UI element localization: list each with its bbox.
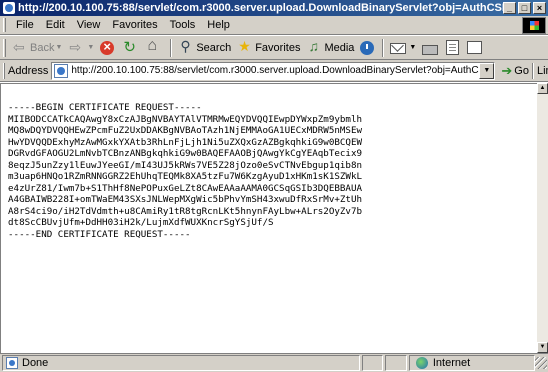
cert-line: dt8ScCBUvjUfm+DdHH03iH2k/LujmXdfWUXKncrS… [8, 217, 274, 228]
home-button[interactable] [143, 37, 167, 59]
forward-button[interactable]: ▼ [65, 37, 97, 59]
window-controls: _ □ × [503, 2, 546, 14]
security-zone-pane: Internet [408, 355, 536, 371]
cert-line: 8eqzJ5unZzy1lEuwJYeeGI/mI43UJ5kRWs7VE5Z2… [8, 159, 363, 171]
address-url[interactable]: http://200.10.100.75:88/servlet/com.r300… [71, 65, 479, 76]
title-bar: http://200.10.100.75:88/servlet/com.r300… [0, 0, 548, 16]
edit-page-icon [446, 40, 460, 55]
menu-help[interactable]: Help [201, 16, 236, 34]
status-bar: Done Internet [0, 353, 548, 372]
forward-dropdown-icon[interactable]: ▼ [87, 44, 94, 51]
resize-grip[interactable] [535, 357, 547, 369]
history-icon [360, 40, 375, 55]
back-arrow-icon [12, 39, 28, 56]
cert-line: -----BEGIN CERTIFICATE REQUEST----- [8, 102, 202, 113]
go-arrow-icon: ➔ [501, 62, 513, 78]
history-button[interactable] [357, 37, 379, 59]
address-input[interactable]: http://200.10.100.75:88/servlet/com.r300… [51, 61, 496, 80]
vertical-scrollbar[interactable]: ▲ ▼ [537, 83, 548, 353]
window-title: http://200.10.100.75:88/servlet/com.r300… [18, 2, 503, 14]
print-button[interactable] [419, 37, 443, 59]
media-button[interactable]: Media [303, 37, 357, 59]
menu-grip[interactable] [3, 18, 6, 32]
go-label: Go [514, 64, 529, 77]
discuss-icon [467, 41, 483, 54]
toolbar-separator [382, 38, 385, 57]
cert-line: DGRvdGFAOGU2LmNvbTCBnzANBgkqhkiG9w0BAQEF… [8, 148, 363, 159]
status-text: Done [22, 357, 49, 369]
back-label: Back [30, 41, 55, 54]
links-button[interactable]: Links [537, 65, 548, 77]
internet-globe-icon [415, 357, 428, 369]
close-button[interactable]: × [533, 2, 546, 14]
media-icon [306, 38, 322, 56]
search-button[interactable]: Search [175, 37, 234, 59]
cert-line: HwYDVQQDExhyMzAwMGxkYXAtb3RhLnFjLjh1Ni5u… [8, 136, 363, 148]
cert-line: MQ8wDQYDVQQHEwZPcmFuZ2UxDDAKBgNVBAoTAzh1… [8, 125, 363, 136]
menu-tools[interactable]: Tools [164, 16, 202, 34]
page-done-icon [6, 357, 18, 369]
media-label: Media [324, 41, 355, 54]
menu-file[interactable]: File [10, 16, 40, 34]
page-icon [54, 63, 69, 78]
cert-line: MIIBODCCATkCAQAwgY8xCzAJBgNVBAYTAlVTMRMw… [8, 113, 363, 125]
cert-line: e4zUrZ81/Iwm7b+S1ThHf8NePOPuxGeLZt8CAwEA… [8, 182, 363, 194]
favorites-icon [237, 38, 253, 56]
favorites-button[interactable]: Favorites [234, 37, 303, 59]
toolbar-separator [170, 38, 173, 57]
status-main-pane: Done [2, 355, 360, 371]
page-content: -----BEGIN CERTIFICATE REQUEST----- MIIBO… [0, 83, 537, 353]
maximize-button[interactable]: □ [518, 2, 531, 14]
menu-view[interactable]: View [71, 16, 107, 34]
back-dropdown-icon[interactable]: ▼ [55, 44, 62, 51]
address-grip[interactable] [3, 62, 5, 79]
menu-favorites[interactable]: Favorites [106, 16, 163, 34]
menu-bar: File Edit View Favorites Tools Help [0, 16, 548, 35]
refresh-button[interactable] [119, 37, 143, 59]
address-label: Address [8, 64, 49, 77]
cert-line: A4GBAIWB228I+omTWaEM43SXsJNLWepMXgWic5bP… [8, 194, 363, 205]
status-pane [361, 355, 384, 371]
address-bar: Address http://200.10.100.75:88/servlet/… [0, 60, 548, 82]
edit-button[interactable] [443, 37, 464, 59]
menu-edit[interactable]: Edit [40, 16, 71, 34]
mail-dropdown-icon[interactable]: ▼ [409, 44, 416, 51]
ie-page-icon [3, 2, 15, 14]
certificate-request-text: -----BEGIN CERTIFICATE REQUEST----- MIIBO… [8, 102, 362, 240]
refresh-icon [122, 38, 138, 56]
search-icon [178, 38, 194, 56]
address-dropdown-button[interactable]: ▼ [479, 62, 495, 79]
discuss-button[interactable] [464, 37, 487, 59]
stop-icon [100, 39, 115, 55]
cert-line: m3uap6HNQo1RZmRNNGGRZ2EhUhqTEQMk8XA5tzFu… [8, 171, 363, 182]
scroll-down-button[interactable]: ▼ [537, 342, 548, 353]
status-pane [385, 355, 407, 371]
zone-label: Internet [432, 357, 471, 369]
windows-logo-icon [522, 17, 546, 34]
search-label: Search [196, 41, 232, 54]
standard-toolbar: Back ▼ ▼ Search Favorites Media ▼ [0, 35, 548, 60]
forward-arrow-icon [68, 39, 84, 56]
print-icon [422, 44, 439, 55]
scroll-up-button[interactable]: ▲ [537, 83, 548, 94]
cert-line: A8rS4ci9o/iH2TdVdmth+u8CAmiRy1tR8tgRcnLK… [8, 205, 363, 217]
address-separator [531, 62, 534, 79]
cert-line: -----END CERTIFICATE REQUEST----- [8, 228, 191, 240]
minimize-button[interactable]: _ [503, 2, 516, 14]
go-button[interactable]: ➔ Go [501, 63, 529, 79]
stop-button[interactable] [97, 37, 119, 59]
back-button[interactable]: Back ▼ [9, 37, 65, 59]
favorites-label: Favorites [255, 41, 301, 54]
toolbar-grip[interactable] [3, 38, 6, 57]
mail-icon [390, 43, 407, 54]
home-icon [146, 37, 162, 56]
mail-button[interactable]: ▼ [387, 37, 419, 59]
